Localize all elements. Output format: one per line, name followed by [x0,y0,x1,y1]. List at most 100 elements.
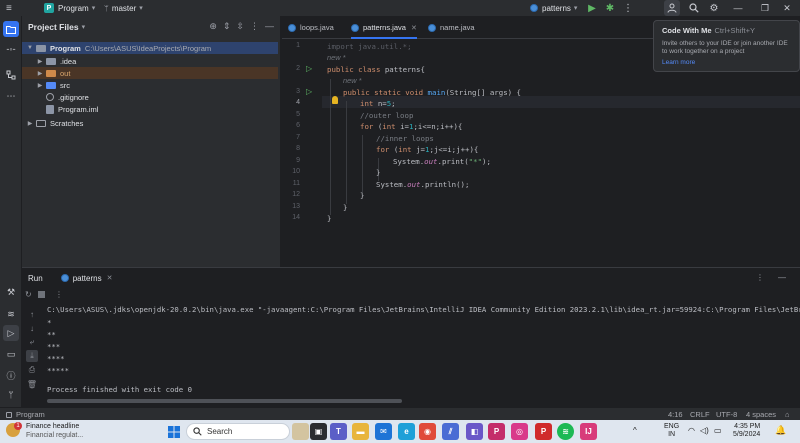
debug-icon[interactable]: ✱ [604,2,616,14]
more-icon[interactable]: ⋮ [55,290,63,299]
search-icon[interactable] [688,2,700,14]
store-icon[interactable]: ◧ [466,423,483,440]
project-tool-icon[interactable] [3,21,19,37]
options-icon[interactable]: ⋮ [250,21,259,32]
explorer-icon[interactable] [292,423,309,440]
terminal-icon[interactable]: ▭ [3,346,19,362]
structure-icon[interactable] [3,67,19,83]
options-icon[interactable]: ⋮ [756,273,764,282]
more-icon[interactable]: ⋮ [622,2,634,14]
taskbar-search[interactable]: Search [186,423,290,440]
copilot-icon[interactable]: ⫽ [442,423,459,440]
volume-icon[interactable]: ◁) [700,426,709,435]
clock[interactable]: 4:35 PM 5/9/2024 [733,423,760,439]
code-line-9: System.out.print("*"); [393,157,491,166]
project-name: Program [58,3,89,13]
run-gutter-icon[interactable]: ▷ [306,64,312,73]
tree-item-program-iml[interactable]: Program.iml [22,103,278,115]
learn-more-link[interactable]: Learn more [662,59,791,66]
file-explorer-icon[interactable]: ▬ [352,423,369,440]
more-tools-icon[interactable]: ⋯ [3,88,19,104]
gear-icon[interactable]: ⚙ [708,2,720,14]
close-icon[interactable]: ✕ [107,274,113,282]
tree-item-scratches[interactable]: ▶ Scratches [22,117,278,129]
project-selector[interactable]: P Program ▾ [44,0,95,16]
tree-item-program[interactable]: ▼ Program C:\Users\ASUS\IdeaProjects\Pro… [22,42,278,54]
news-title[interactable]: Finance headline [26,423,79,430]
run-toolbar: ↻ ⋮ [22,290,800,302]
collapse-icon[interactable]: ⇳ [236,21,244,32]
line-number: 2 [296,65,300,72]
language-indicator[interactable]: ENG IN [664,423,679,439]
tab-name[interactable]: name.java [428,16,475,39]
mail-icon[interactable]: ✉ [375,423,392,440]
scroll-down-icon[interactable]: ↓ [26,322,38,334]
project-panel: Project Files ▾ ⊕ ⇕ ⇳ ⋮ — ▼ Program C:\U… [22,16,281,267]
battery-icon[interactable]: ▭ [714,426,722,435]
p-app-icon[interactable]: P [488,423,505,440]
tree-item-gitignore[interactable]: .gitignore [22,91,278,103]
git-icon[interactable]: ᛘ [3,387,19,403]
branch-selector[interactable]: ᛘ master ▾ [104,0,143,16]
problems-icon[interactable]: ⓘ [3,367,19,383]
tree-item-idea[interactable]: ▶ .idea [22,55,278,67]
usage-hint[interactable]: new * [343,76,362,85]
instagram-icon[interactable]: ◎ [511,423,528,440]
build-icon[interactable]: ⚒ [3,284,19,300]
task-view-icon[interactable]: ▣ [310,423,327,440]
usage-hint[interactable]: new * [327,53,346,62]
start-button[interactable] [165,423,182,440]
locate-icon[interactable]: ⊕ [209,21,217,32]
close-icon[interactable]: ✕ [411,24,417,32]
code-line-11: System.out.println(); [376,180,470,189]
pinterest-icon[interactable]: P [535,423,552,440]
intellij-icon[interactable]: IJ [580,423,597,440]
hide-icon[interactable]: — [265,21,274,32]
run-icon[interactable]: ▶ [586,2,598,14]
notification-badge: 1 [14,422,22,430]
console-horizontal-scrollbar[interactable] [47,399,402,403]
source-folder-icon [46,81,56,89]
code-editor[interactable]: 1 2 3 4 5 6 7 8 9 10 11 12 13 14 ▷ ▷ imp… [282,39,800,267]
edge-icon[interactable]: e [398,423,415,440]
run-config-selector[interactable]: patterns ▾ [530,0,577,16]
minimize-button[interactable]: — [724,0,752,16]
rerun-icon[interactable]: ↻ [25,290,32,299]
print-icon[interactable]: ⎙ [26,364,38,376]
layers-icon[interactable]: ≋ [3,306,19,322]
tab-patterns[interactable]: patterns.java ✕ [351,16,417,39]
run-gutter-icon[interactable]: ▷ [306,87,312,96]
scroll-to-end-icon[interactable]: ⤓ [26,350,38,362]
close-window-button[interactable]: ✕ [772,0,800,16]
indent-guide [362,135,363,193]
stop-icon[interactable] [38,291,45,298]
code-with-me-icon[interactable] [664,0,680,16]
hide-icon[interactable]: — [778,273,786,282]
expand-icon[interactable]: ⇕ [223,21,231,32]
news-subtitle[interactable]: Financial regulat... [26,432,83,439]
commit-icon[interactable]: -◦- [3,41,19,57]
tree-item-src[interactable]: ▶ src [22,79,278,91]
teams-icon[interactable]: T [330,423,347,440]
soft-wrap-icon[interactable]: ⤶ [26,336,38,348]
search-placeholder: Search [207,427,233,436]
scroll-up-icon[interactable]: ↑ [26,308,38,320]
run-tab-patterns[interactable]: patterns ✕ [60,274,113,283]
chrome-icon[interactable]: ◉ [419,423,436,440]
wifi-icon[interactable]: ◠ [688,426,695,435]
lightbulb-icon[interactable] [332,96,338,104]
chevron-up-icon[interactable]: ^ [633,426,637,435]
trash-icon[interactable]: 🗑 [26,378,38,390]
code-line-12: } [360,191,365,200]
popup-title: Code With Me [662,26,712,35]
run-tool-icon[interactable]: ▷ [3,325,19,341]
main-menu-button[interactable]: ≡ [6,0,12,16]
editor-scrollbar[interactable] [792,39,800,267]
notifications-icon[interactable]: 🔔 [775,425,786,436]
spotify-icon[interactable]: ≋ [557,423,574,440]
tree-item-out[interactable]: ▶ out [22,67,278,79]
tab-loops[interactable]: loops.java [288,16,334,39]
code-line-6: for (int i=1;i<=n;i++){ [360,122,463,131]
console-exit-message: Process finished with exit code 0 [47,385,192,394]
left-tool-strip: -◦- ⋯ ⚒ ≋ ▷ ▭ ⓘ ᛘ [0,16,22,407]
